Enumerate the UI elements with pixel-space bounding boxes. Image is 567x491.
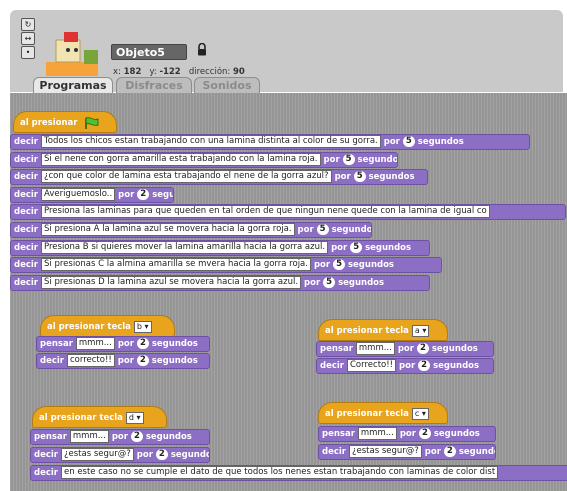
say-text-input[interactable]: Averiguemoslo..: [41, 187, 116, 201]
say-block[interactable]: decir Si presionas C la almina amarilla s…: [10, 257, 442, 274]
say-text-input[interactable]: Presiona las laminas para que queden en …: [41, 205, 490, 219]
say-block[interactable]: decir en este caso no se cumple el dato d…: [30, 465, 567, 481]
seconds-input[interactable]: 5: [350, 241, 363, 253]
seconds-input[interactable]: 2: [418, 360, 431, 371]
say-text-input[interactable]: Si presiona A la lamina azul se movera h…: [41, 223, 295, 236]
key-dropdown[interactable]: c ▾: [411, 407, 429, 420]
say-block[interactable]: decirAveriguemoslo..por2 segundos: [10, 186, 174, 203]
seconds-input[interactable]: 5: [316, 224, 329, 235]
tab-sonidos[interactable]: Sonidos: [194, 77, 260, 93]
say-text-input[interactable]: ¿estas segur@?: [349, 445, 422, 458]
seconds-input[interactable]: 5: [353, 171, 366, 183]
say-block[interactable]: decir Si presiona A la lamina azul se mov…: [10, 222, 372, 238]
seconds-input[interactable]: 2: [130, 431, 143, 442]
seconds-input[interactable]: 5: [402, 136, 415, 147]
rotate-full-icon[interactable]: ↻: [21, 18, 35, 31]
when-key-pressed-hat[interactable]: al presionar tecla b ▾: [40, 315, 175, 337]
tab-programas[interactable]: Programas: [33, 77, 113, 93]
seconds-input[interactable]: 5: [333, 259, 346, 271]
hat-label: al presionar tecla: [325, 409, 409, 419]
think-block[interactable]: pensar mmm... por 2 segundos: [316, 341, 494, 357]
say-text-input[interactable]: ¿con que color de lamina esta trabajando…: [41, 170, 332, 184]
say-text-input[interactable]: Todos los chicos estan trabajando con un…: [41, 135, 381, 148]
think-block[interactable]: pensar mmm... por 2 segundos: [36, 336, 210, 352]
seconds-input[interactable]: 2: [416, 343, 429, 354]
seconds-input[interactable]: 5: [323, 276, 336, 288]
hat-label: al presionar tecla: [39, 413, 123, 423]
say-block[interactable]: decir Todos los chicos estan trabajando c…: [10, 134, 530, 150]
think-text-input[interactable]: mmm...: [75, 337, 115, 350]
seconds-input[interactable]: 2: [136, 355, 149, 366]
say-block[interactable]: decir Presiona B si quieres mover la lami…: [10, 239, 430, 256]
say-block[interactable]: decir ¿con que color de lamina esta traba…: [10, 169, 428, 186]
say-text-input[interactable]: Si presionas D la lamina azul se movera …: [41, 275, 302, 289]
say-block[interactable]: decir Correcto!! por 2 segundos: [316, 358, 494, 374]
seconds-input[interactable]: 2: [137, 188, 150, 200]
hat-label: al presionar tecla: [47, 322, 131, 332]
when-key-pressed-hat[interactable]: al presionar tecla d ▾: [32, 406, 167, 428]
when-key-pressed-hat[interactable]: al presionar tecla a ▾: [318, 319, 448, 341]
rotate-flip-icon[interactable]: ↔: [21, 32, 35, 45]
say-block[interactable]: decir Si el nene con gorra amarilla esta …: [10, 151, 398, 168]
sprite-coordinates: x: 182 y: -122 dirección: 90: [113, 67, 245, 77]
seconds-input[interactable]: 2: [136, 338, 149, 349]
seconds-input[interactable]: 2: [155, 449, 168, 460]
lock-icon[interactable]: [197, 43, 207, 56]
seconds-input[interactable]: 2: [418, 428, 431, 439]
sprite-name-field[interactable]: Objeto5: [111, 44, 187, 60]
key-dropdown[interactable]: d ▾: [125, 411, 144, 424]
think-text-input[interactable]: mmm...: [357, 427, 397, 440]
seconds-input[interactable]: 2: [443, 446, 456, 457]
say-block[interactable]: decir¿estas segur@?por2 segundos: [30, 447, 210, 463]
hat-label: al presionar tecla: [325, 326, 409, 336]
say-text-input[interactable]: Presiona B si quieres mover la lamina am…: [41, 240, 329, 254]
think-block[interactable]: pensar mmm... por 2 segundos: [318, 426, 496, 442]
hat-label: al presionar: [20, 118, 78, 128]
think-block[interactable]: pensar mmm... por 2 segundos: [30, 429, 210, 445]
say-text-input[interactable]: Si presionas C la almina amarilla se mve…: [41, 258, 311, 272]
scratch-window: ↻ ↔ • Objeto5 x: 182 y: -122 dirección: …: [0, 0, 567, 491]
no-rotate-icon[interactable]: •: [21, 46, 35, 59]
say-text-input[interactable]: Correcto!!: [347, 359, 397, 372]
when-key-pressed-hat[interactable]: al presionar tecla c ▾: [318, 402, 448, 424]
say-text-input[interactable]: ¿estas segur@?: [61, 448, 134, 461]
say-block[interactable]: decir¿estas segur@?por2 segundos: [318, 444, 496, 460]
key-dropdown[interactable]: b ▾: [133, 320, 152, 333]
say-block[interactable]: decir Presiona las laminas para que quede…: [10, 204, 566, 221]
when-flag-clicked-hat[interactable]: al presionar: [13, 111, 117, 133]
say-text-input[interactable]: en este caso no se cumple el dato de que…: [61, 466, 499, 479]
scripts-area[interactable]: al presionar al presionar tecla b ▾ pensa…: [10, 93, 567, 491]
sprite-thumbnail: [46, 32, 98, 76]
think-text-input[interactable]: mmm...: [69, 430, 109, 443]
say-block[interactable]: decir Si presionas D la lamina azul se mo…: [10, 274, 430, 291]
tab-disfraces[interactable]: Disfraces: [116, 77, 192, 93]
green-flag-icon: [85, 116, 99, 129]
say-text-input[interactable]: Si el nene con gorra amarilla esta traba…: [41, 152, 321, 166]
seconds-input[interactable]: 5: [342, 153, 355, 165]
say-text-input[interactable]: correcto!!: [67, 354, 115, 367]
say-block[interactable]: decir correcto!! por 2 segundos: [36, 353, 210, 369]
key-dropdown[interactable]: a ▾: [411, 324, 430, 337]
think-text-input[interactable]: mmm...: [355, 342, 395, 355]
